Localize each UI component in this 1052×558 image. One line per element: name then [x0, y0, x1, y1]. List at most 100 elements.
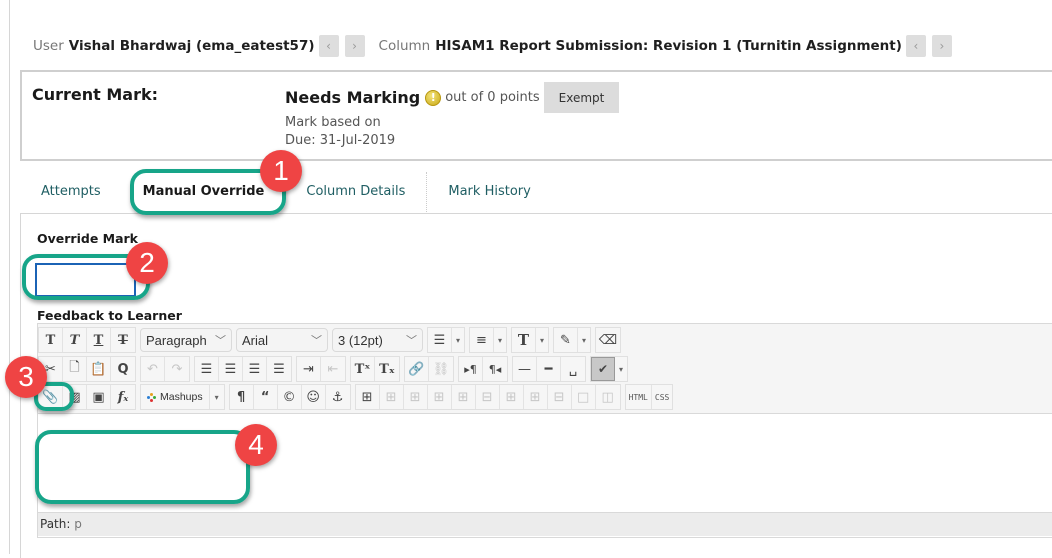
mashups-icon	[147, 392, 156, 402]
mark-status: Needs Marking ! out of 0 points Exempt	[285, 82, 620, 113]
previous-user-button[interactable]: ‹	[318, 35, 339, 57]
merge-cells-icon[interactable]: □	[572, 385, 596, 409]
numbered-list-dropdown[interactable]: ▾	[494, 328, 506, 352]
css-button[interactable]: CSS	[652, 385, 672, 409]
chevron-right-icon: ›	[939, 39, 945, 53]
unlink-icon[interactable]: ⛓	[429, 357, 453, 381]
attach-file-icon[interactable]: 📎	[39, 385, 63, 409]
emoticon-icon[interactable]: ☺	[302, 385, 326, 409]
rtl-icon[interactable]: ¶◂	[483, 357, 507, 381]
path-label: Path:	[40, 517, 71, 531]
insert-media-icon[interactable]: ▣	[87, 385, 111, 409]
user-name: Vishal Bhardwaj (ema_eatest57)	[68, 38, 315, 54]
user-label: User	[33, 38, 64, 54]
italic-icon[interactable]: T	[63, 328, 87, 352]
tab-column-details[interactable]: Column Details	[285, 172, 426, 214]
feedback-text-area[interactable]	[38, 414, 1052, 512]
redo-icon[interactable]: ↷	[165, 357, 189, 381]
feedback-editor: T T T T Paragraph ﹀ Arial ﹀ 3 (12pt) ﹀ ☰ ▾ …	[37, 323, 1052, 538]
table-row-props-icon[interactable]: ⊞	[380, 385, 404, 409]
due-date: Due: 31-Jul-2019	[285, 133, 396, 148]
bold-icon[interactable]: T	[39, 328, 63, 352]
delete-col-icon[interactable]: ⊟	[548, 385, 572, 409]
align-left-icon[interactable]: ☰	[195, 357, 219, 381]
align-center-icon[interactable]: ☰	[219, 357, 243, 381]
horizontal-rule-icon[interactable]: —	[513, 357, 537, 381]
insert-col-after-icon[interactable]: ⊞	[524, 385, 548, 409]
grading-navigation: User Vishal Bhardwaj (ema_eatest57) ‹ › …	[33, 34, 958, 58]
tabs-divider	[20, 213, 1052, 214]
copy-icon[interactable]: 🗋	[63, 357, 87, 381]
points-possible: out of 0 points	[445, 90, 540, 105]
insert-row-after-icon[interactable]: ⊞	[452, 385, 476, 409]
chevron-down-icon: ﹀	[406, 335, 417, 347]
underline-icon[interactable]: T	[87, 328, 111, 352]
nonbreaking-space-icon[interactable]: ␣	[561, 357, 585, 381]
table-cell-props-icon[interactable]: ⊞	[404, 385, 428, 409]
insert-col-before-icon[interactable]: ⊞	[500, 385, 524, 409]
tab-attempts[interactable]: Attempts	[20, 172, 122, 214]
undo-icon[interactable]: ↶	[141, 357, 165, 381]
cut-icon[interactable]: ✂	[39, 357, 63, 381]
mashups-dropdown-icon[interactable]: ▾	[210, 385, 224, 409]
delete-row-icon[interactable]: ⊟	[476, 385, 500, 409]
insert-table-icon[interactable]: ⊞	[356, 385, 380, 409]
split-cells-icon[interactable]: ◫	[596, 385, 620, 409]
column-label: Column	[378, 38, 431, 54]
next-user-button[interactable]: ›	[344, 35, 365, 57]
font-family-select[interactable]: Arial ﹀	[236, 328, 328, 352]
path-value: p	[74, 517, 82, 531]
strikethrough-icon[interactable]: T	[111, 328, 135, 352]
anchor-icon[interactable]: ⚓	[326, 385, 350, 409]
tab-mark-history[interactable]: Mark History	[426, 172, 551, 214]
current-mark-panel: Current Mark: Needs Marking ! out of 0 p…	[20, 70, 1052, 161]
html-source-button[interactable]: HTML	[626, 385, 652, 409]
subscript-icon[interactable]: Tₓ	[375, 357, 399, 381]
override-mark-input[interactable]	[35, 263, 136, 297]
grading-tabs: Attempts Manual Override Column Details …	[20, 172, 1052, 214]
page-left-border	[9, 0, 10, 554]
tab-panel-border	[20, 213, 21, 558]
eraser-icon[interactable]: ⌫	[596, 328, 620, 352]
highlight-dropdown[interactable]: ▾	[578, 328, 590, 352]
text-color-dropdown[interactable]: ▾	[536, 328, 548, 352]
superscript-icon[interactable]: Tˣ	[351, 357, 375, 381]
column-name: HISAM1 Report Submission: Revision 1 (Tu…	[435, 38, 902, 54]
thick-rule-icon[interactable]: ━	[537, 357, 561, 381]
text-color-icon[interactable]: T	[512, 328, 536, 352]
link-icon[interactable]: 🔗	[405, 357, 429, 381]
spellcheck-dropdown[interactable]: ▾	[615, 357, 627, 381]
font-size-value: 3 (12pt)	[338, 332, 383, 348]
bullet-list-icon[interactable]: ☰	[428, 328, 452, 352]
previous-column-button[interactable]: ‹	[905, 35, 926, 57]
ltr-icon[interactable]: ▸¶	[459, 357, 483, 381]
insert-image-icon[interactable]: ▨	[63, 385, 87, 409]
paragraph-mark-icon[interactable]: ¶	[230, 385, 254, 409]
bullet-list-dropdown[interactable]: ▾	[452, 328, 464, 352]
tab-manual-override[interactable]: Manual Override	[121, 172, 286, 214]
override-mark-label: Override Mark	[37, 231, 138, 246]
chevron-left-icon: ‹	[913, 39, 919, 53]
mark-details: Mark based on Due: 31-Jul-2019	[285, 114, 395, 150]
outdent-icon[interactable]: ⇤	[321, 357, 345, 381]
insert-row-before-icon[interactable]: ⊞	[428, 385, 452, 409]
align-justify-icon[interactable]: ☰	[267, 357, 291, 381]
editor-toolbar: T T T T Paragraph ﹀ Arial ﹀ 3 (12pt) ﹀ ☰ ▾ …	[38, 324, 1052, 414]
find-icon[interactable]: Q	[111, 357, 135, 381]
align-right-icon[interactable]: ☰	[243, 357, 267, 381]
exempt-button[interactable]: Exempt	[543, 82, 620, 113]
font-size-select[interactable]: 3 (12pt) ﹀	[332, 328, 423, 352]
numbered-list-icon[interactable]: ≡	[470, 328, 494, 352]
indent-icon[interactable]: ⇥	[297, 357, 321, 381]
math-formula-icon[interactable]: fₓ	[111, 385, 135, 409]
next-column-button[interactable]: ›	[931, 35, 952, 57]
paste-icon[interactable]: 📋	[87, 357, 111, 381]
mashups-menu[interactable]: Mashups ▾	[140, 384, 225, 410]
copyright-icon[interactable]: ©	[278, 385, 302, 409]
highlight-icon[interactable]: ✎	[554, 328, 578, 352]
chevron-down-icon: ﹀	[215, 335, 226, 347]
paragraph-format-select[interactable]: Paragraph ﹀	[140, 328, 232, 352]
spellcheck-icon[interactable]: ✔	[591, 357, 615, 381]
blockquote-icon[interactable]: “	[254, 385, 278, 409]
font-family-value: Arial	[242, 332, 269, 348]
